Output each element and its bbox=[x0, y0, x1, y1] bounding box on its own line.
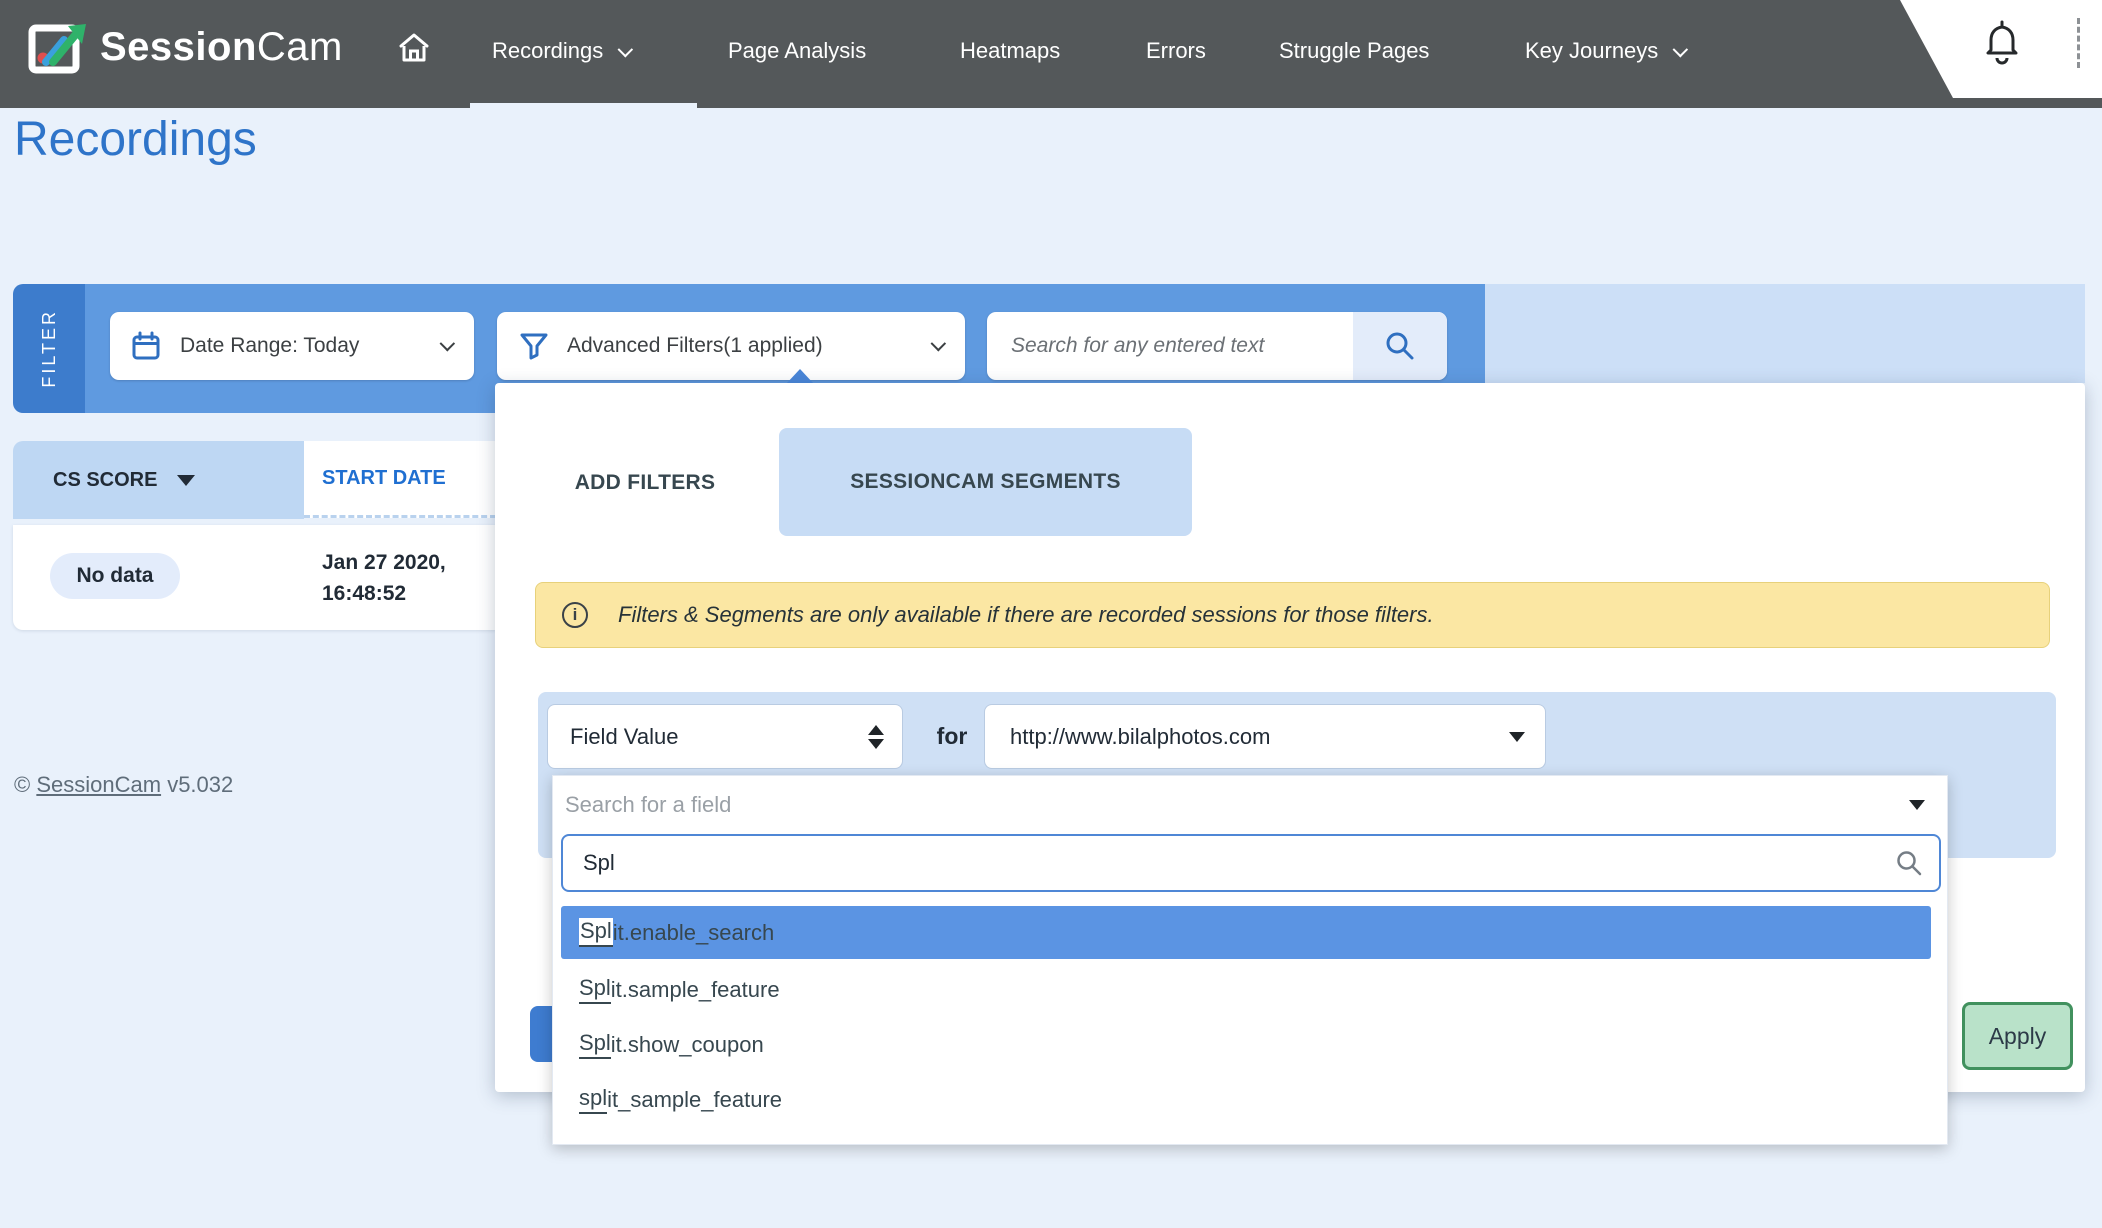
chevron-down-icon bbox=[440, 335, 456, 351]
table-row[interactable]: No data Jan 27 2020, 16:48:52 bbox=[13, 525, 496, 630]
nav-item-struggle-pages[interactable]: Struggle Pages bbox=[1279, 30, 1429, 72]
field-option[interactable]: split_sample_feature bbox=[561, 1073, 1931, 1126]
field-type-select[interactable]: Field Value bbox=[548, 705, 902, 768]
date-range-label: Date Range: Today bbox=[180, 334, 425, 358]
search-input[interactable] bbox=[987, 312, 1353, 380]
navbar-bottom-strip-right bbox=[697, 103, 2102, 108]
table-header-cs-score[interactable]: CS SCORE bbox=[13, 441, 304, 519]
filter-tab-label: FILTER bbox=[39, 309, 60, 388]
sessioncam-logo-icon bbox=[26, 16, 88, 78]
chevron-down-icon bbox=[618, 42, 634, 58]
nav-item-struggle-pages-label: Struggle Pages bbox=[1279, 38, 1429, 63]
match-highlight: Spl bbox=[579, 1030, 611, 1059]
text-search-box bbox=[987, 312, 1447, 380]
for-label: for bbox=[922, 705, 982, 768]
tab-add-filters[interactable]: ADD FILTERS bbox=[535, 430, 755, 536]
field-search-inputbox bbox=[561, 834, 1941, 892]
match-highlight: Spl bbox=[579, 975, 611, 1004]
apply-button[interactable]: Apply bbox=[1962, 1002, 2073, 1070]
app-window: SessionCam Recordings Page Analysis Heat… bbox=[0, 0, 2102, 1228]
nav-item-heatmaps[interactable]: Heatmaps bbox=[960, 30, 1060, 72]
site-url-select[interactable]: http://www.bilalphotos.com bbox=[985, 705, 1545, 768]
cs-score-badge: No data bbox=[50, 553, 180, 599]
site-url-value: http://www.bilalphotos.com bbox=[1010, 724, 1270, 750]
start-date-header-label: START DATE bbox=[322, 467, 446, 490]
advanced-filters-button[interactable]: Advanced Filters(1 applied) bbox=[497, 312, 965, 380]
field-option[interactable]: Split.sample_feature bbox=[561, 963, 1931, 1016]
field-select-collapsed[interactable]: Search for a field bbox=[553, 776, 1947, 834]
info-icon: i bbox=[562, 602, 588, 628]
copyright-symbol: © bbox=[14, 772, 30, 797]
top-navbar: SessionCam Recordings Page Analysis Heat… bbox=[0, 0, 2102, 103]
field-option[interactable]: Split.show_coupon bbox=[561, 1018, 1931, 1071]
brand-wordmark: SessionCam bbox=[100, 25, 343, 70]
start-date-value: Jan 27 2020, 16:48:52 bbox=[322, 547, 446, 609]
filter-bar-light-section bbox=[1485, 284, 2085, 383]
home-nav-button[interactable] bbox=[396, 30, 432, 72]
option-rest: it.sample_feature bbox=[611, 977, 780, 1003]
nav-item-errors[interactable]: Errors bbox=[1146, 30, 1206, 72]
sort-descending-icon bbox=[177, 475, 195, 486]
tab-sessioncam-segments[interactable]: SESSIONCAM SEGMENTS bbox=[779, 428, 1192, 536]
field-search-input[interactable] bbox=[563, 850, 1895, 876]
search-icon bbox=[1895, 849, 1923, 877]
page-title: Recordings bbox=[14, 112, 257, 167]
field-option-selected[interactable]: Split.enable_search bbox=[561, 906, 1931, 959]
bell-icon bbox=[1982, 20, 2022, 66]
select-dropdown-icon bbox=[1509, 732, 1525, 742]
footer-copyright: © SessionCam v5.032 bbox=[14, 772, 233, 798]
option-rest: it_sample_feature bbox=[607, 1087, 782, 1113]
advanced-filters-label: Advanced Filters(1 applied) bbox=[567, 334, 916, 358]
date-range-button[interactable]: Date Range: Today bbox=[110, 312, 474, 380]
navbar-bottom-strip-left bbox=[0, 103, 470, 108]
field-select-placeholder: Search for a field bbox=[565, 792, 731, 818]
notifications-bell-button[interactable] bbox=[1982, 20, 2022, 66]
chevron-down-icon bbox=[931, 335, 947, 351]
field-type-value: Field Value bbox=[570, 724, 678, 750]
cs-score-header-label: CS SCORE bbox=[53, 469, 157, 492]
select-dropdown-icon bbox=[1909, 800, 1925, 810]
sessioncam-footer-link[interactable]: SessionCam bbox=[36, 772, 161, 797]
search-submit-button[interactable] bbox=[1353, 312, 1447, 380]
calendar-icon bbox=[130, 330, 162, 362]
drag-handle-dashes[interactable] bbox=[2077, 18, 2080, 68]
nav-item-heatmaps-label: Heatmaps bbox=[960, 38, 1060, 63]
nav-item-recordings[interactable]: Recordings bbox=[492, 30, 628, 72]
brand-logo[interactable]: SessionCam bbox=[26, 16, 343, 78]
nav-item-key-journeys-label: Key Journeys bbox=[1525, 38, 1658, 63]
home-icon bbox=[396, 30, 432, 66]
table-header-start-date[interactable]: START DATE bbox=[304, 441, 496, 518]
nav-item-key-journeys[interactable]: Key Journeys bbox=[1525, 30, 1683, 72]
version-label: v5.032 bbox=[167, 772, 233, 797]
panel-pointer-arrow bbox=[786, 369, 814, 384]
option-rest: it.show_coupon bbox=[611, 1032, 764, 1058]
search-icon bbox=[1383, 329, 1417, 363]
option-rest: it.enable_search bbox=[613, 920, 774, 946]
chevron-down-icon bbox=[1673, 42, 1689, 58]
filter-side-tab[interactable]: FILTER bbox=[13, 284, 85, 413]
nav-item-recordings-label: Recordings bbox=[492, 38, 603, 63]
filter-funnel-icon bbox=[519, 331, 549, 361]
warning-banner: i Filters & Segments are only available … bbox=[535, 582, 2050, 648]
warning-text: Filters & Segments are only available if… bbox=[618, 602, 1434, 628]
nav-item-errors-label: Errors bbox=[1146, 38, 1206, 63]
field-search-dropdown: Search for a field Split.enable_search S… bbox=[552, 775, 1948, 1145]
match-highlight: Spl bbox=[579, 918, 613, 947]
nav-item-page-analysis[interactable]: Page Analysis bbox=[728, 30, 866, 72]
nav-item-page-analysis-label: Page Analysis bbox=[728, 38, 866, 63]
match-highlight: spl bbox=[579, 1085, 607, 1114]
select-updown-icon bbox=[868, 725, 884, 749]
